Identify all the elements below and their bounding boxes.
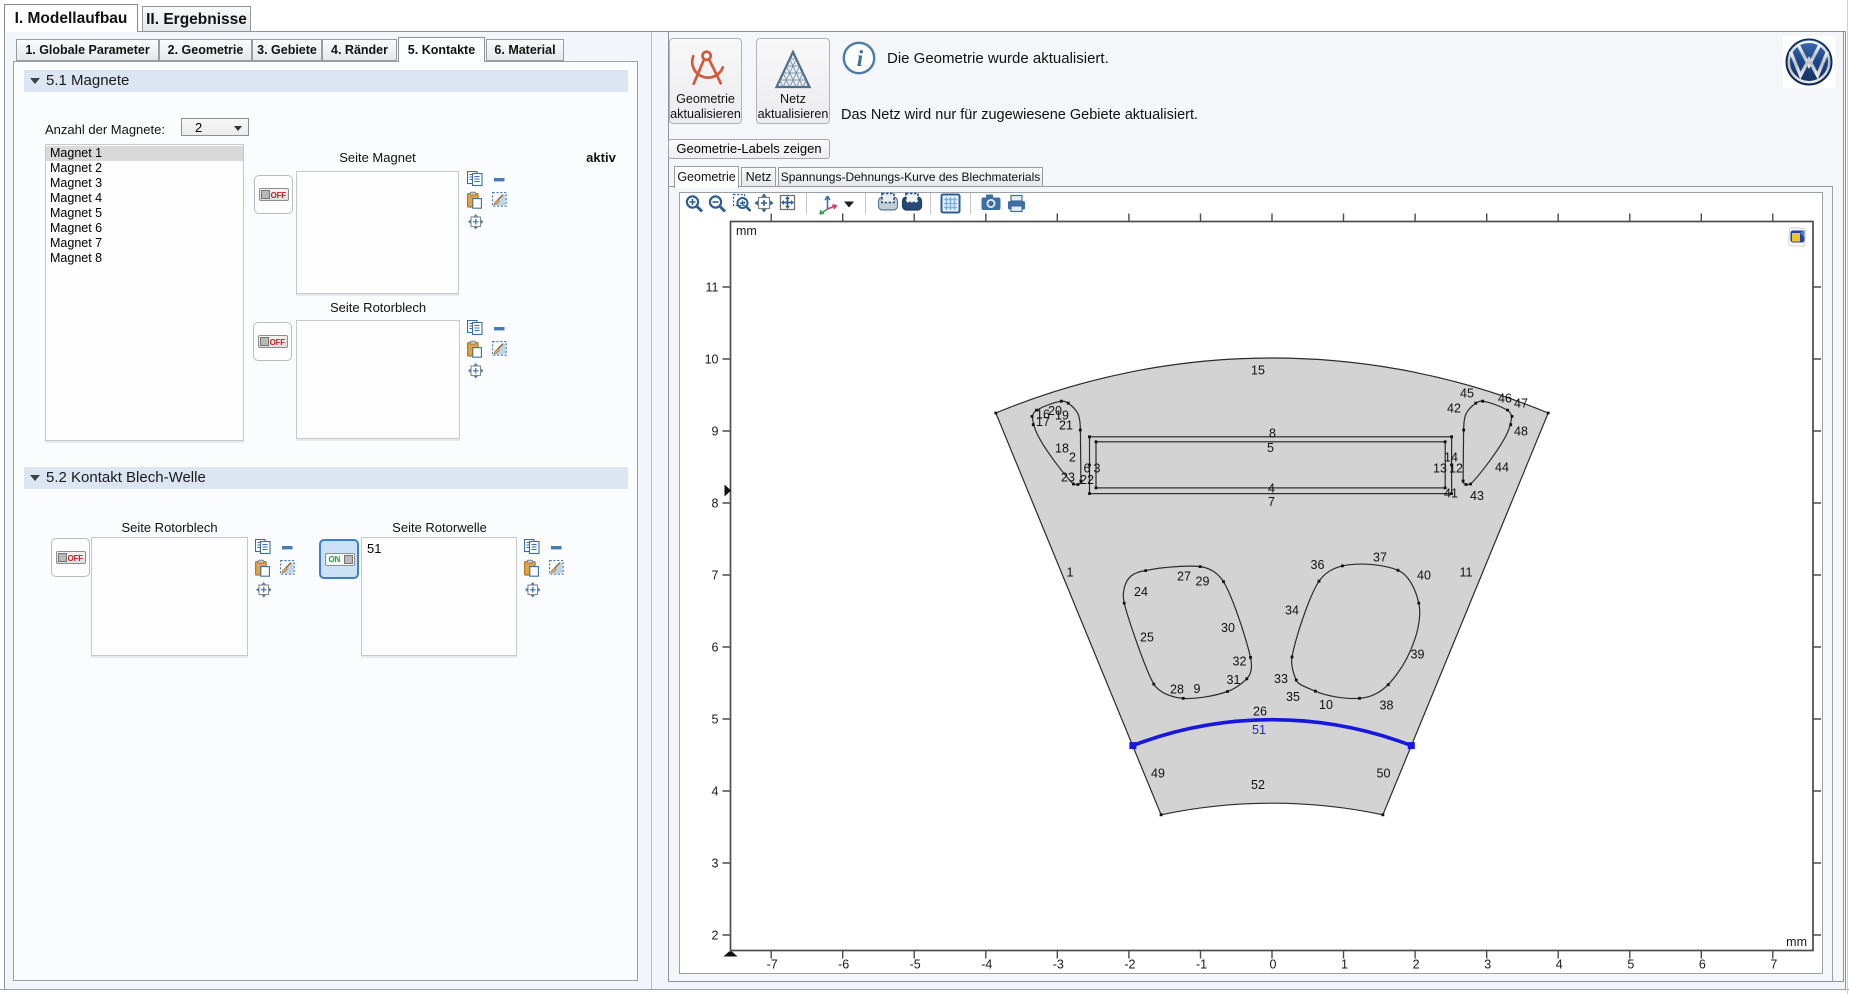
svg-text:i: i	[857, 46, 864, 71]
svg-text:43: 43	[1470, 489, 1484, 503]
svg-text:0: 0	[1270, 958, 1277, 972]
svg-text:-3: -3	[1053, 958, 1064, 972]
svg-text:9: 9	[1194, 682, 1201, 696]
svg-text:38: 38	[1380, 698, 1394, 712]
svg-text:2: 2	[1413, 958, 1420, 972]
svg-text:34: 34	[1285, 603, 1299, 617]
svg-text:-7: -7	[767, 958, 778, 972]
svg-text:-6: -6	[838, 958, 849, 972]
svg-text:40: 40	[1417, 568, 1431, 582]
svg-text:6: 6	[1699, 958, 1706, 972]
svg-text:17: 17	[1036, 415, 1050, 429]
svg-text:9: 9	[712, 425, 719, 439]
svg-text:23: 23	[1061, 470, 1075, 484]
svg-text:4: 4	[712, 785, 719, 799]
svg-text:5: 5	[712, 713, 719, 727]
svg-text:1: 1	[1341, 958, 1348, 972]
svg-text:mm: mm	[736, 224, 757, 238]
svg-text:11: 11	[706, 281, 719, 295]
svg-text:45: 45	[1460, 386, 1474, 400]
svg-text:4: 4	[1268, 481, 1275, 495]
svg-text:49: 49	[1151, 766, 1165, 780]
svg-text:7: 7	[1268, 495, 1275, 509]
svg-text:15: 15	[1251, 363, 1265, 377]
svg-text:24: 24	[1134, 585, 1148, 599]
svg-text:8: 8	[712, 497, 719, 511]
svg-text:36: 36	[1311, 558, 1325, 572]
svg-text:25: 25	[1140, 630, 1154, 644]
svg-text:2: 2	[712, 929, 719, 943]
svg-text:52: 52	[1251, 778, 1265, 792]
svg-text:12: 12	[1449, 461, 1463, 475]
svg-text:33: 33	[1274, 672, 1288, 686]
svg-text:29: 29	[1196, 574, 1210, 588]
svg-text:8: 8	[1269, 426, 1276, 440]
svg-text:-5: -5	[910, 958, 921, 972]
svg-text:mm: mm	[1786, 935, 1807, 949]
svg-text:5: 5	[1267, 441, 1274, 455]
svg-text:30: 30	[1221, 621, 1235, 635]
svg-text:35: 35	[1286, 690, 1300, 704]
svg-text:50: 50	[1377, 766, 1391, 780]
svg-text:4: 4	[1556, 958, 1563, 972]
svg-text:18: 18	[1055, 441, 1069, 455]
svg-text:1: 1	[1067, 565, 1074, 579]
svg-text:44: 44	[1495, 460, 1509, 474]
svg-text:31: 31	[1227, 673, 1241, 687]
svg-text:46: 46	[1498, 391, 1512, 405]
svg-text:32: 32	[1233, 654, 1247, 668]
svg-text:41: 41	[1444, 486, 1458, 500]
svg-text:5: 5	[1627, 958, 1634, 972]
svg-text:22: 22	[1080, 473, 1094, 487]
svg-text:26: 26	[1253, 704, 1267, 718]
svg-text:3: 3	[1484, 958, 1491, 972]
svg-text:21: 21	[1059, 418, 1073, 432]
svg-text:48: 48	[1514, 424, 1528, 438]
svg-text:27: 27	[1177, 569, 1191, 583]
svg-text:-4: -4	[981, 958, 992, 972]
svg-text:2: 2	[1069, 450, 1076, 464]
svg-text:13: 13	[1433, 461, 1447, 475]
svg-text:42: 42	[1447, 401, 1461, 415]
svg-text:6: 6	[712, 641, 719, 655]
svg-text:47: 47	[1514, 396, 1528, 410]
svg-text:39: 39	[1411, 647, 1425, 661]
svg-text:7: 7	[1770, 958, 1777, 972]
svg-text:51: 51	[1252, 723, 1266, 737]
svg-text:28: 28	[1170, 682, 1184, 696]
svg-text:37: 37	[1373, 550, 1387, 564]
svg-text:7: 7	[712, 569, 719, 583]
svg-text:-1: -1	[1196, 958, 1207, 972]
svg-text:-2: -2	[1124, 958, 1135, 972]
svg-text:11: 11	[1460, 565, 1473, 579]
svg-text:3: 3	[1094, 461, 1101, 475]
svg-text:10: 10	[705, 353, 719, 367]
svg-text:10: 10	[1319, 698, 1333, 712]
svg-text:3: 3	[712, 857, 719, 871]
